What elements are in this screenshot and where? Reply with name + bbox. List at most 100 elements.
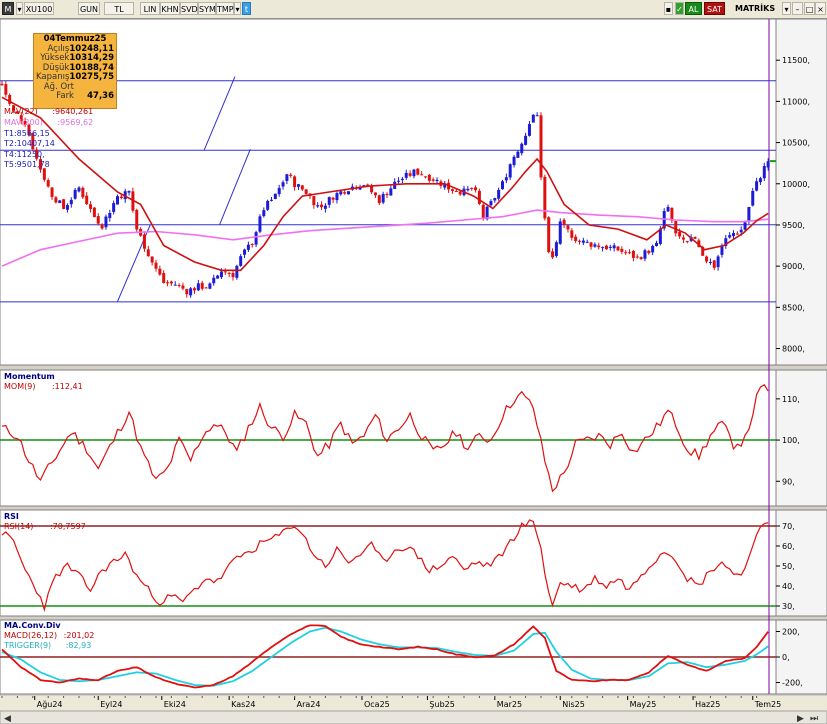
lock-icon[interactable]: ▪	[664, 2, 673, 15]
price-tick-label: 10000,	[782, 180, 810, 189]
candle-body	[312, 196, 316, 206]
scroll-left-icon[interactable]: ◀	[4, 714, 11, 724]
candle-body	[258, 216, 262, 232]
candle-body	[578, 240, 581, 242]
candle-body	[624, 252, 628, 254]
twitter-icon[interactable]: t	[242, 2, 251, 15]
candle-body	[708, 261, 712, 263]
candle-body	[262, 210, 266, 217]
candle-body	[116, 196, 119, 205]
candle-body	[739, 229, 743, 233]
ohlc-info-box: 04Temmuz25 Açılış 10248,11 Yüksek 10314,29…	[33, 33, 117, 109]
candle-body	[593, 244, 597, 247]
candle-body	[416, 168, 420, 175]
status-icon[interactable]: ✓	[675, 2, 684, 15]
candle-body	[323, 205, 327, 209]
rsi-legend: RSI(14) :70,7597	[4, 522, 86, 532]
candle-body	[196, 283, 200, 291]
candle-body	[316, 205, 320, 207]
x-tick-label: Haz25	[695, 700, 720, 709]
t5-legend: T5:9501,78	[4, 160, 50, 169]
candle-body	[477, 190, 481, 204]
candle-body	[705, 256, 709, 262]
candle-body	[289, 174, 293, 176]
candle-body	[108, 212, 112, 219]
candle-body	[81, 187, 85, 198]
macd-label: MACD(26,12)	[4, 631, 58, 640]
candle-body	[235, 265, 239, 278]
mav200-legend: MAV(200) :9569,62	[4, 118, 93, 128]
chevron-down-icon[interactable]: ▾	[234, 2, 241, 15]
scroll-end-icon[interactable]: ⏭	[810, 714, 818, 724]
x-tick-label: May25	[630, 700, 657, 709]
candle-body	[50, 187, 54, 198]
macd-tick-label: 200,	[782, 627, 800, 636]
candle-body	[466, 188, 470, 191]
candle-body	[231, 272, 235, 278]
candle-body	[177, 285, 181, 287]
symbol-button[interactable]: SYM	[198, 2, 216, 15]
symbol-selector[interactable]: XU100	[24, 2, 54, 15]
candle-body	[512, 156, 516, 166]
horizontal-scrollbar[interactable]	[0, 710, 827, 724]
candle-body	[181, 285, 185, 289]
candle-body	[581, 240, 585, 243]
template-button[interactable]: TMP	[216, 2, 234, 15]
currency-button[interactable]: TL	[104, 2, 134, 15]
candle-body	[127, 191, 131, 193]
trigger-label: TRIGGER(9)	[4, 641, 52, 650]
chevron-down-icon[interactable]: ▾	[16, 2, 23, 15]
x-tick-label: Şub25	[429, 700, 454, 709]
candle-body	[281, 182, 285, 187]
x-tick-label: Ağu24	[37, 700, 63, 709]
t2-legend: T2:10407,14	[4, 139, 55, 148]
candle-body	[397, 180, 401, 182]
candle-body	[435, 179, 439, 182]
candle-body	[119, 196, 123, 198]
candle-body	[762, 166, 766, 179]
trigger-legend: TRIGGER(9) :82,93	[4, 641, 91, 651]
sell-button[interactable]: SAT	[704, 2, 725, 15]
volume-button[interactable]: SVD	[180, 2, 198, 15]
candle-body	[504, 177, 508, 181]
candle-body	[46, 180, 50, 187]
macd-tick-label: -200,	[782, 679, 803, 688]
candle-body	[639, 257, 643, 259]
period-button[interactable]: GUN	[78, 2, 100, 15]
matriks-logo[interactable]: M	[2, 2, 14, 15]
candle-body	[273, 193, 277, 200]
candle-body	[732, 233, 735, 237]
close-icon[interactable]: ×	[815, 2, 826, 15]
candle-body	[347, 191, 350, 195]
matriks-brand: MATRİKS	[735, 4, 776, 13]
candle-body	[543, 176, 547, 219]
candle-body	[146, 249, 150, 257]
candle-body	[412, 169, 416, 177]
buy-button[interactable]: AL	[685, 2, 702, 15]
candle-body	[239, 256, 243, 266]
price-tick-label: 8500,	[782, 303, 805, 312]
chart-panel-1	[0, 369, 777, 507]
candle-body	[766, 161, 770, 168]
scroll-right-icon[interactable]: ▶	[797, 714, 804, 724]
candle-body	[296, 184, 300, 187]
candle-body	[58, 200, 62, 203]
candle-chart-button[interactable]: KHN	[160, 2, 180, 15]
macd-panel-title: MA.Conv.Div	[4, 621, 61, 630]
minimize-icon[interactable]: –	[792, 2, 803, 15]
momentum-label: MOM(9)	[4, 382, 36, 391]
x-tick-label: Tem25	[754, 700, 781, 709]
trigger-value: :82,93	[65, 641, 92, 650]
candle-body	[743, 222, 747, 230]
candle-body	[104, 216, 108, 228]
candle-body	[385, 194, 389, 196]
candle-body	[96, 216, 100, 224]
chevron-down-icon[interactable]: ▾	[782, 2, 791, 15]
info-value: 47,36	[87, 91, 114, 101]
x-tick-label: Oca25	[364, 700, 390, 709]
candle-body	[751, 190, 755, 206]
candle-body	[551, 251, 555, 258]
momentum-tick-label: 90,	[782, 477, 795, 486]
maximize-icon[interactable]: □	[804, 2, 815, 15]
line-chart-button[interactable]: LIN	[140, 2, 160, 15]
